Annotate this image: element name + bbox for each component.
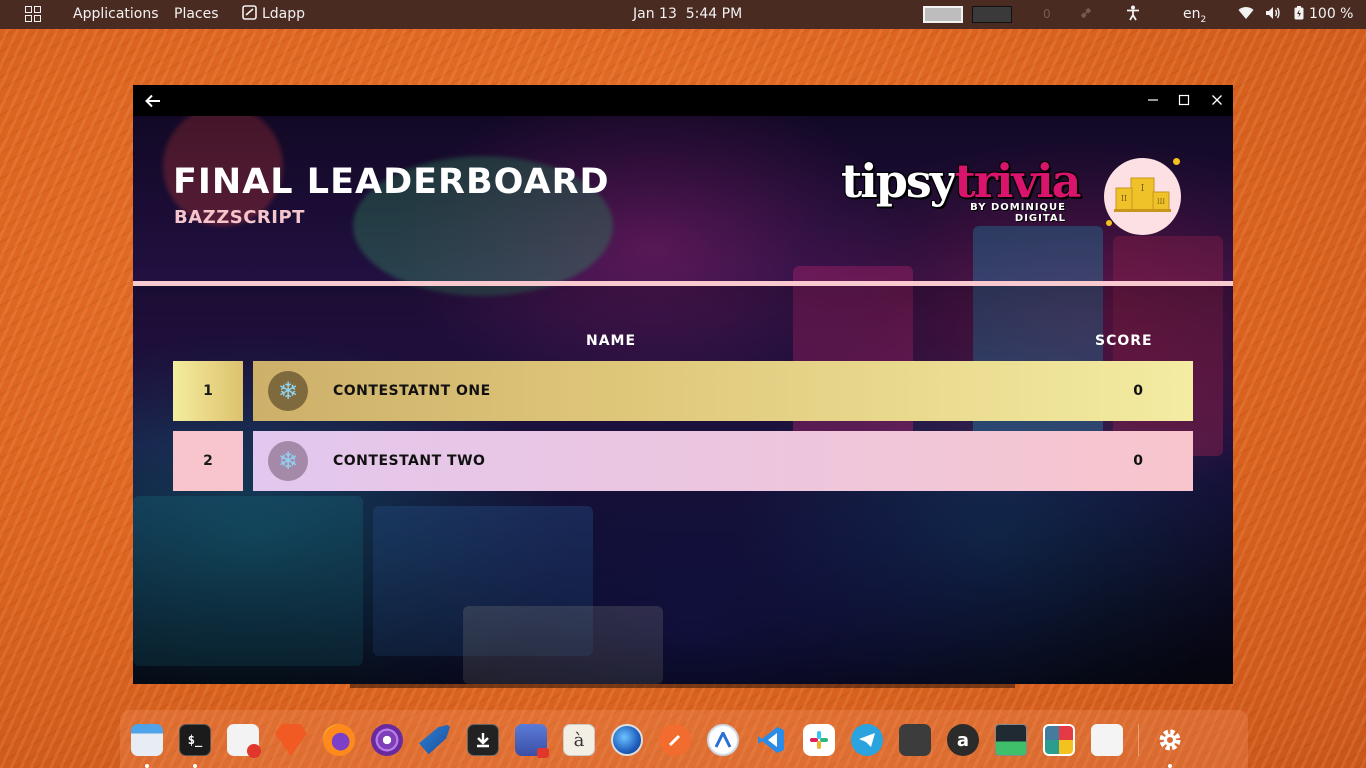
tipsy-trivia-logo: tipsytrivia xyxy=(841,154,1082,208)
top-panel: Applications Places Ldapp Jan 13 5:44 PM… xyxy=(0,0,1366,29)
emoji-app-icon[interactable] xyxy=(1091,724,1123,756)
appimage-icon[interactable] xyxy=(707,724,739,756)
rank-cell-2: 2 xyxy=(173,431,243,491)
keyboard-layout-sub: 2 xyxy=(1200,14,1207,25)
keyboard-layout-label: en xyxy=(1183,6,1201,22)
running-indicator xyxy=(1168,764,1172,768)
contestant-name: CONTESTANT TWO xyxy=(333,453,486,469)
page-subtitle: BAZZSCRIPT xyxy=(174,207,305,228)
activities-grid-icon[interactable] xyxy=(25,6,41,22)
svg-text:I: I xyxy=(1141,184,1145,194)
settings-icon[interactable] xyxy=(1154,724,1186,756)
character-map-icon[interactable]: à xyxy=(563,724,595,756)
system-monitor-icon[interactable] xyxy=(995,724,1027,756)
column-header-name: NAME xyxy=(586,333,637,349)
places-menu[interactable]: Places xyxy=(174,0,219,29)
app-grid-icon[interactable] xyxy=(1202,724,1234,756)
snowflake-icon: ❄ xyxy=(268,371,308,411)
browser-globe-icon[interactable] xyxy=(611,724,643,756)
text-editor-icon[interactable] xyxy=(227,724,261,758)
workspace-1[interactable] xyxy=(923,6,963,23)
snowflake-icon: ❄ xyxy=(268,441,308,481)
amazon-icon[interactable]: a xyxy=(947,724,979,756)
badge-dot-decoration xyxy=(1106,220,1112,226)
clock-time: 5:44 PM xyxy=(685,6,743,22)
leaderboard-row-1: ❄ CONTESTATNT ONE 0 xyxy=(253,361,1193,421)
accessibility-icon[interactable] xyxy=(1126,0,1140,29)
logo-word-tipsy: tipsy xyxy=(841,154,957,208)
contestant-score: 0 xyxy=(1133,453,1143,469)
volume-icon[interactable] xyxy=(1265,0,1281,29)
running-indicator xyxy=(145,764,149,768)
podium-badge: I II III xyxy=(1104,158,1181,235)
badge-dot-decoration xyxy=(1173,158,1180,165)
telegram-icon[interactable] xyxy=(851,724,883,756)
notification-count[interactable]: 0 xyxy=(1043,0,1051,29)
logo-by-text: BY DOMINIQUE xyxy=(970,202,1066,213)
app-window-icon xyxy=(242,5,257,20)
logo-word-trivia: trivia xyxy=(954,154,1082,208)
arcade-background: FINAL LEADERBOARD BAZZSCRIPT tipsytrivia… xyxy=(133,116,1233,684)
link-icon[interactable] xyxy=(1079,0,1093,29)
logo-company-text: DIGITAL xyxy=(1014,213,1066,224)
vscode-icon[interactable] xyxy=(755,724,787,756)
page-title: FINAL LEADERBOARD xyxy=(173,162,610,202)
podium-icon: I II III xyxy=(1114,177,1171,212)
window-shadow xyxy=(350,684,1015,688)
battery-label: 100 % xyxy=(1309,6,1354,22)
pencil-app-icon[interactable] xyxy=(659,724,691,756)
maximize-button[interactable] xyxy=(1169,85,1199,116)
calculator-icon[interactable] xyxy=(899,724,931,756)
workspace-2[interactable] xyxy=(972,6,1012,23)
app-window: FINAL LEADERBOARD BAZZSCRIPT tipsytrivia… xyxy=(133,85,1233,684)
dock: $_ à a xyxy=(120,710,1248,768)
active-app-label: Ldapp xyxy=(262,6,306,22)
window-titlebar[interactable] xyxy=(133,85,1233,116)
slack-icon[interactable] xyxy=(803,724,835,756)
screen-recorder-icon[interactable] xyxy=(515,724,549,758)
battery-icon xyxy=(1294,6,1304,20)
logo-byline: BY DOMINIQUE DIGITAL xyxy=(963,202,1066,224)
bird-app-icon[interactable] xyxy=(419,724,451,755)
wifi-icon[interactable] xyxy=(1238,0,1254,29)
contestant-score: 0 xyxy=(1133,383,1143,399)
minimize-button[interactable] xyxy=(1138,85,1168,116)
dock-separator xyxy=(1138,724,1139,756)
active-app-menu[interactable]: Ldapp xyxy=(242,0,305,29)
downloader-icon[interactable] xyxy=(467,724,499,756)
files-icon[interactable] xyxy=(131,724,163,756)
applications-menu[interactable]: Applications xyxy=(73,0,159,29)
clock[interactable]: Jan 13 5:44 PM xyxy=(633,0,742,29)
tor-browser-icon[interactable] xyxy=(371,724,403,756)
close-button[interactable] xyxy=(1202,85,1232,116)
back-arrow-icon[interactable] xyxy=(138,85,168,116)
keyboard-layout-indicator[interactable]: en2 xyxy=(1183,0,1206,29)
contestant-name: CONTESTATNT ONE xyxy=(333,383,491,399)
svg-text:III: III xyxy=(1157,198,1166,206)
running-indicator xyxy=(193,764,197,768)
svg-text:II: II xyxy=(1121,194,1127,203)
terminal-icon[interactable]: $_ xyxy=(179,724,211,756)
color-picker-icon[interactable] xyxy=(1043,724,1075,756)
column-header-score: SCORE xyxy=(1095,333,1153,349)
clock-date: Jan 13 xyxy=(633,6,677,22)
battery-indicator[interactable]: 100 % xyxy=(1294,0,1353,29)
rank-cell-1: 1 xyxy=(173,361,243,421)
brave-browser-icon[interactable] xyxy=(275,724,307,756)
leaderboard-row-2: ❄ CONTESTANT TWO 0 xyxy=(253,431,1193,491)
firefox-icon[interactable] xyxy=(323,724,355,756)
